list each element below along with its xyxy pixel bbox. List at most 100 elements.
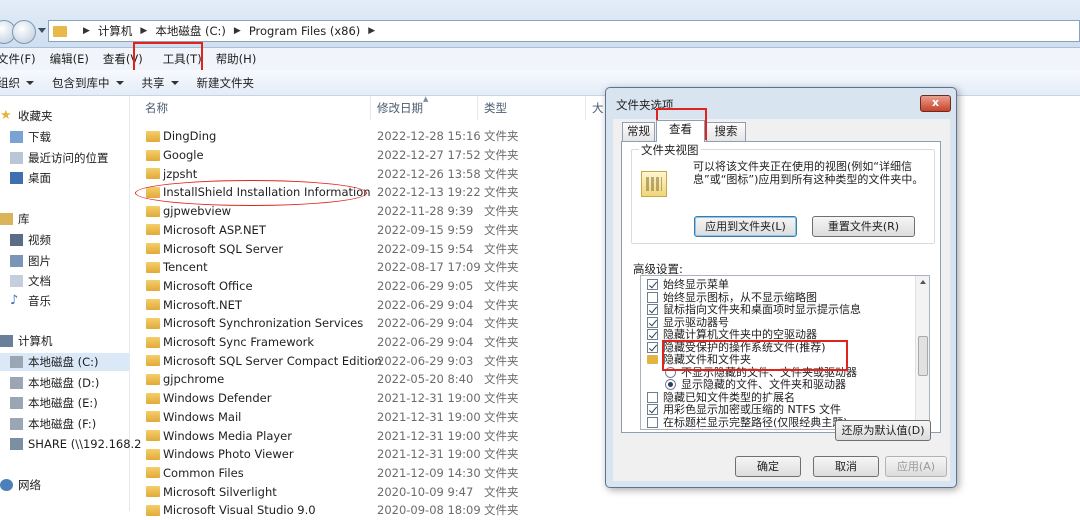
nav-network[interactable]: 网络 [0,476,41,494]
nav-recent[interactable]: 最近访问的位置 [10,149,109,167]
nav-pictures[interactable]: 图片 [10,252,51,270]
chevron-right-icon[interactable]: ▶ [140,26,147,36]
nav-videos[interactable]: 视频 [10,231,51,249]
close-button[interactable]: x [920,95,951,112]
file-type: 文件夹 [484,297,519,312]
file-row[interactable]: Microsoft Synchronization Services 2022-0… [137,314,607,333]
breadcrumb-drive-c[interactable]: 本地磁盘 (C:) [155,23,226,39]
file-row[interactable]: DingDing 2022-12-28 15:16 文件夹 [137,127,607,146]
column-divider[interactable] [585,96,586,120]
file-type: 文件夹 [484,335,519,350]
file-type: 文件夹 [484,278,519,293]
chevron-right-icon[interactable]: ▶ [234,26,241,36]
nav-downloads[interactable]: 下载 [10,128,51,146]
scrollbar-thumb[interactable] [918,336,928,376]
cancel-button[interactable]: 取消 [813,456,879,477]
tab-search[interactable]: 搜索 [706,122,746,141]
file-row[interactable]: Microsoft Silverlight 2020-10-09 9:47 文件夹 [137,482,607,501]
recent-places-icon [10,152,23,164]
nav-drive-c[interactable]: 本地磁盘 (C:) [0,353,129,371]
apply-to-folders-button[interactable]: 应用到文件夹(L) [694,216,797,237]
nav-drive-d[interactable]: 本地磁盘 (D:) [10,374,99,392]
apply-button[interactable]: 应用(A) [885,456,947,477]
organize-button[interactable]: 组织 [0,75,34,91]
breadcrumb-program-files-x86[interactable]: Program Files (x86) [249,24,360,38]
scroll-up-icon[interactable] [920,280,926,284]
file-date: 2022-06-29 9:04 [377,297,474,312]
nav-drive-f-label: 本地磁盘 (F:) [28,417,97,431]
tab-view[interactable]: 查看 [656,120,705,142]
checkbox[interactable] [647,391,658,403]
checkbox[interactable] [647,279,658,290]
file-row[interactable]: Microsoft ASP.NET 2022-09-15 9:59 文件夹 [137,221,607,240]
file-name: jzpsht [163,166,198,181]
checkbox[interactable] [647,416,658,428]
chevron-right-icon[interactable]: ▶ [83,26,90,36]
video-icon [10,234,23,246]
nav-documents-label: 文档 [28,274,51,288]
file-row[interactable]: Microsoft Office 2022-06-29 9:05 文件夹 [137,277,607,296]
nav-computer[interactable]: 计算机 [0,332,53,350]
file-row[interactable]: gjpchrome 2022-05-20 8:40 文件夹 [137,370,607,389]
file-type: 文件夹 [484,204,519,219]
advanced-list-scrollbar[interactable] [915,276,929,429]
file-row[interactable]: Google 2022-12-27 17:52 文件夹 [137,146,607,165]
folder-icon [146,467,160,479]
checkbox[interactable] [647,341,658,353]
checkbox[interactable] [647,329,658,340]
tab-general[interactable]: 常规 [622,122,655,141]
chevron-down-icon [26,80,34,85]
new-folder-button[interactable]: 新建文件夹 [197,75,255,91]
file-type: 文件夹 [484,447,519,462]
nav-documents[interactable]: 文档 [10,272,51,290]
chevron-right-icon[interactable]: ▶ [368,26,375,36]
file-row[interactable]: Windows Defender 2021-12-31 19:00 文件夹 [137,389,607,408]
file-row[interactable]: Tencent 2022-08-17 17:09 文件夹 [137,258,607,277]
menu-help[interactable]: 帮助(H) [209,51,264,67]
share-button[interactable]: 共享 [142,75,179,91]
nav-network-share[interactable]: SHARE (\\192.168.2 [10,435,142,453]
menu-file[interactable]: 文件(F) [0,51,43,67]
column-divider[interactable] [477,96,478,120]
menu-edit[interactable]: 编辑(E) [43,51,96,67]
checkbox[interactable] [647,429,658,430]
ok-button[interactable]: 确定 [735,456,801,477]
file-row[interactable]: Microsoft Sync Framework 2022-06-29 9:04 文… [137,333,607,352]
checkbox[interactable] [647,316,658,328]
column-divider[interactable] [370,96,371,120]
checkbox[interactable] [647,291,658,303]
breadcrumb-computer[interactable]: 计算机 [98,23,133,39]
reset-folders-button[interactable]: 重置文件夹(R) [812,216,915,237]
file-row[interactable]: Windows Mail 2021-12-31 19:00 文件夹 [137,408,607,427]
highlight-show-hidden-option [662,340,848,371]
file-row[interactable]: Common Files 2021-12-09 14:30 文件夹 [137,464,607,483]
file-row[interactable]: Windows Media Player 2021-12-31 19:00 文件夹 [137,426,607,445]
column-header-date[interactable]: 修改日期 [377,100,423,118]
file-row[interactable]: Microsoft Visual Studio 9.0 2020-09-08 18… [137,501,607,520]
forward-button[interactable] [12,20,36,44]
nav-music[interactable]: ♪ 音乐 [10,292,51,310]
restore-defaults-button[interactable]: 还原为默认值(D) [835,420,931,441]
advanced-setting-check[interactable]: 在单独的进程中打开文件夹窗口 [663,428,817,429]
recent-pages-chevron-icon[interactable] [38,28,46,33]
file-row[interactable]: Microsoft SQL Server Compact Edition 2022… [137,351,607,370]
include-in-library-button[interactable]: 包含到库中 [52,75,124,91]
column-header-size[interactable]: 大 [592,100,604,118]
file-row[interactable]: Microsoft.NET 2022-06-29 9:04 文件夹 [137,295,607,314]
checkbox[interactable] [647,304,658,315]
nav-desktop[interactable]: 桌面 [10,169,51,187]
nav-favorites[interactable]: ★ 收藏夹 [0,107,53,125]
file-row[interactable]: Windows Photo Viewer 2021-12-31 19:00 文件夹 [137,445,607,464]
file-row[interactable]: Microsoft SQL Server 2022-09-15 9:54 文件夹 [137,239,607,258]
nav-drive-f[interactable]: 本地磁盘 (F:) [10,415,96,433]
nav-libraries[interactable]: 库 [0,210,30,228]
nav-desktop-label: 桌面 [28,171,51,185]
folder-icon [647,355,658,364]
column-header-type[interactable]: 类型 [484,100,507,118]
nav-drive-e[interactable]: 本地磁盘 (E:) [10,394,98,412]
checkbox[interactable] [647,404,658,415]
address-box[interactable]: ▶ 计算机 ▶ 本地磁盘 (C:) ▶ Program Files (x86) … [48,20,1080,42]
column-header-name[interactable]: 名称 [145,100,168,118]
library-icon [0,213,13,225]
computer-icon [0,335,13,347]
